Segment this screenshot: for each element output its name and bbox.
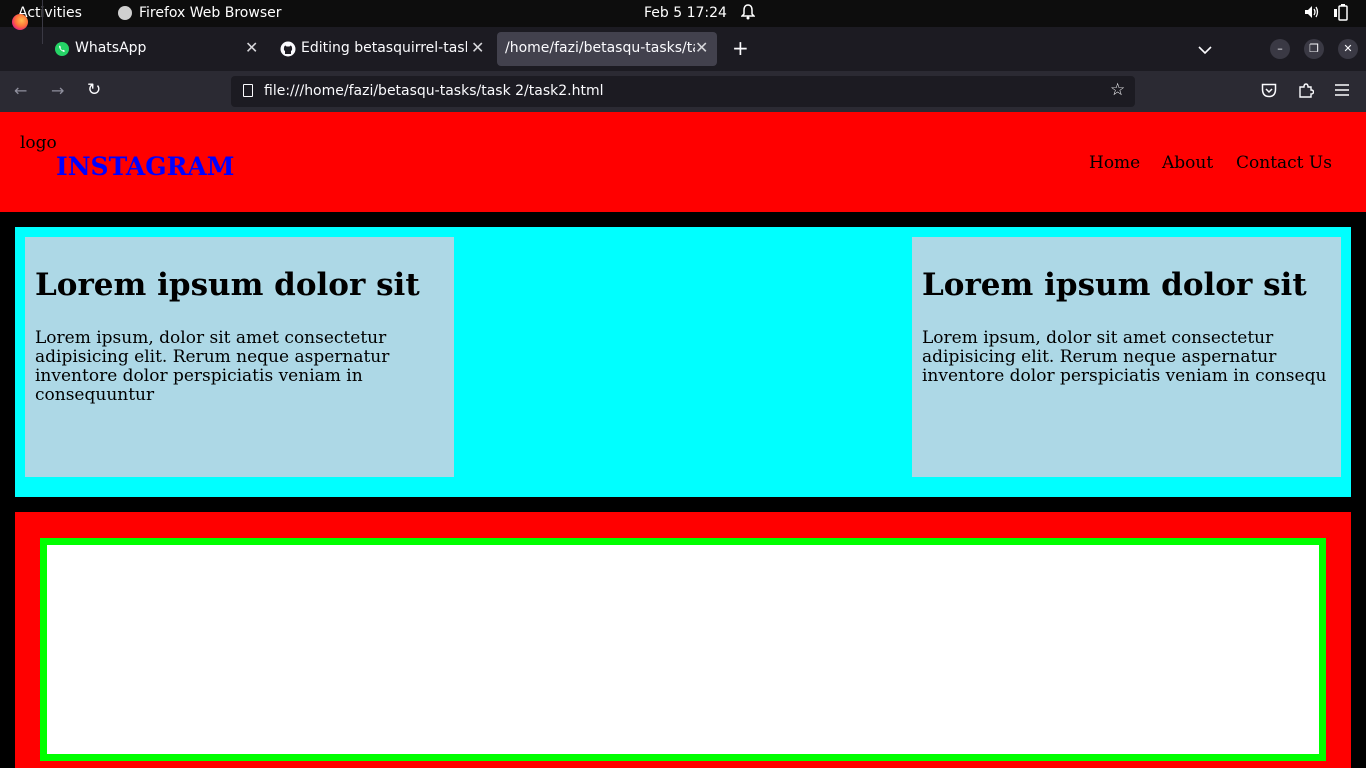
card-text: Lorem ipsum, dolor sit amet consectetur … <box>922 328 1327 386</box>
card-heading: Lorem ipsum dolor sit <box>922 267 1307 303</box>
clock[interactable]: Feb 5 17:24 <box>644 5 727 21</box>
close-tab-icon[interactable]: ✕ <box>471 38 484 57</box>
firefox-logo-icon[interactable] <box>12 14 28 30</box>
close-window-button[interactable]: ✕ <box>1338 39 1358 59</box>
content-card-left: Lorem ipsum dolor sit Lorem ipsum, dolor… <box>25 237 454 477</box>
maximize-button[interactable]: ❐ <box>1304 39 1324 59</box>
close-tab-icon[interactable]: ✕ <box>695 38 708 57</box>
hamburger-menu-icon[interactable] <box>1334 82 1350 101</box>
nav-link-home[interactable]: Home <box>1089 153 1140 173</box>
system-top-bar: Activities Firefox Web Browser Feb 5 17:… <box>0 0 1366 27</box>
extensions-puzzle-icon[interactable] <box>1298 82 1315 102</box>
tab-label: WhatsApp <box>75 40 147 56</box>
bordered-white-box <box>40 538 1326 761</box>
nav-link-about[interactable]: About <box>1162 153 1213 173</box>
firefox-app-icon <box>118 6 132 20</box>
whatsapp-icon <box>54 41 70 57</box>
battery-icon[interactable] <box>1334 4 1350 26</box>
tab-separator <box>42 0 43 44</box>
card-heading: Lorem ipsum dolor sit <box>35 267 420 303</box>
content-card-right: Lorem ipsum dolor sit Lorem ipsum, dolor… <box>912 237 1341 477</box>
minimize-button[interactable]: – <box>1270 39 1290 59</box>
tab-label: /home/fazi/betasqu-tasks/ta <box>505 40 695 56</box>
url-text[interactable]: file:///home/fazi/betasqu-tasks/task 2/t… <box>264 83 603 99</box>
tab-github-editing[interactable]: Editing betasquirrel-task ✕ <box>271 32 491 66</box>
page-file-icon[interactable] <box>243 84 253 97</box>
close-tab-icon[interactable]: ✕ <box>245 38 258 57</box>
forward-arrow-icon[interactable]: → <box>51 81 64 100</box>
volume-icon[interactable] <box>1304 4 1320 24</box>
card-text: Lorem ipsum, dolor sit amet consectetur … <box>35 328 390 405</box>
new-tab-button[interactable]: + <box>732 36 749 60</box>
app-menu[interactable]: Firefox Web Browser <box>139 5 282 21</box>
reload-icon[interactable]: ↻ <box>87 80 101 100</box>
tab-label: Editing betasquirrel-task <box>301 40 467 56</box>
tab-whatsapp[interactable]: WhatsApp ✕ <box>45 32 265 66</box>
brand-title: INSTAGRAM <box>56 152 235 181</box>
list-all-tabs-chevron-down-icon[interactable] <box>1198 40 1212 59</box>
bell-icon[interactable] <box>740 4 756 24</box>
back-arrow-icon[interactable]: ← <box>14 81 27 100</box>
logo-text: logo <box>20 133 57 153</box>
tab-active-task2[interactable]: /home/fazi/betasqu-tasks/ta ✕ <box>497 32 717 66</box>
github-icon <box>280 41 296 57</box>
bookmark-star-icon[interactable]: ☆ <box>1110 80 1125 100</box>
pocket-icon[interactable] <box>1261 83 1277 102</box>
nav-link-contact-us[interactable]: Contact Us <box>1236 153 1332 173</box>
